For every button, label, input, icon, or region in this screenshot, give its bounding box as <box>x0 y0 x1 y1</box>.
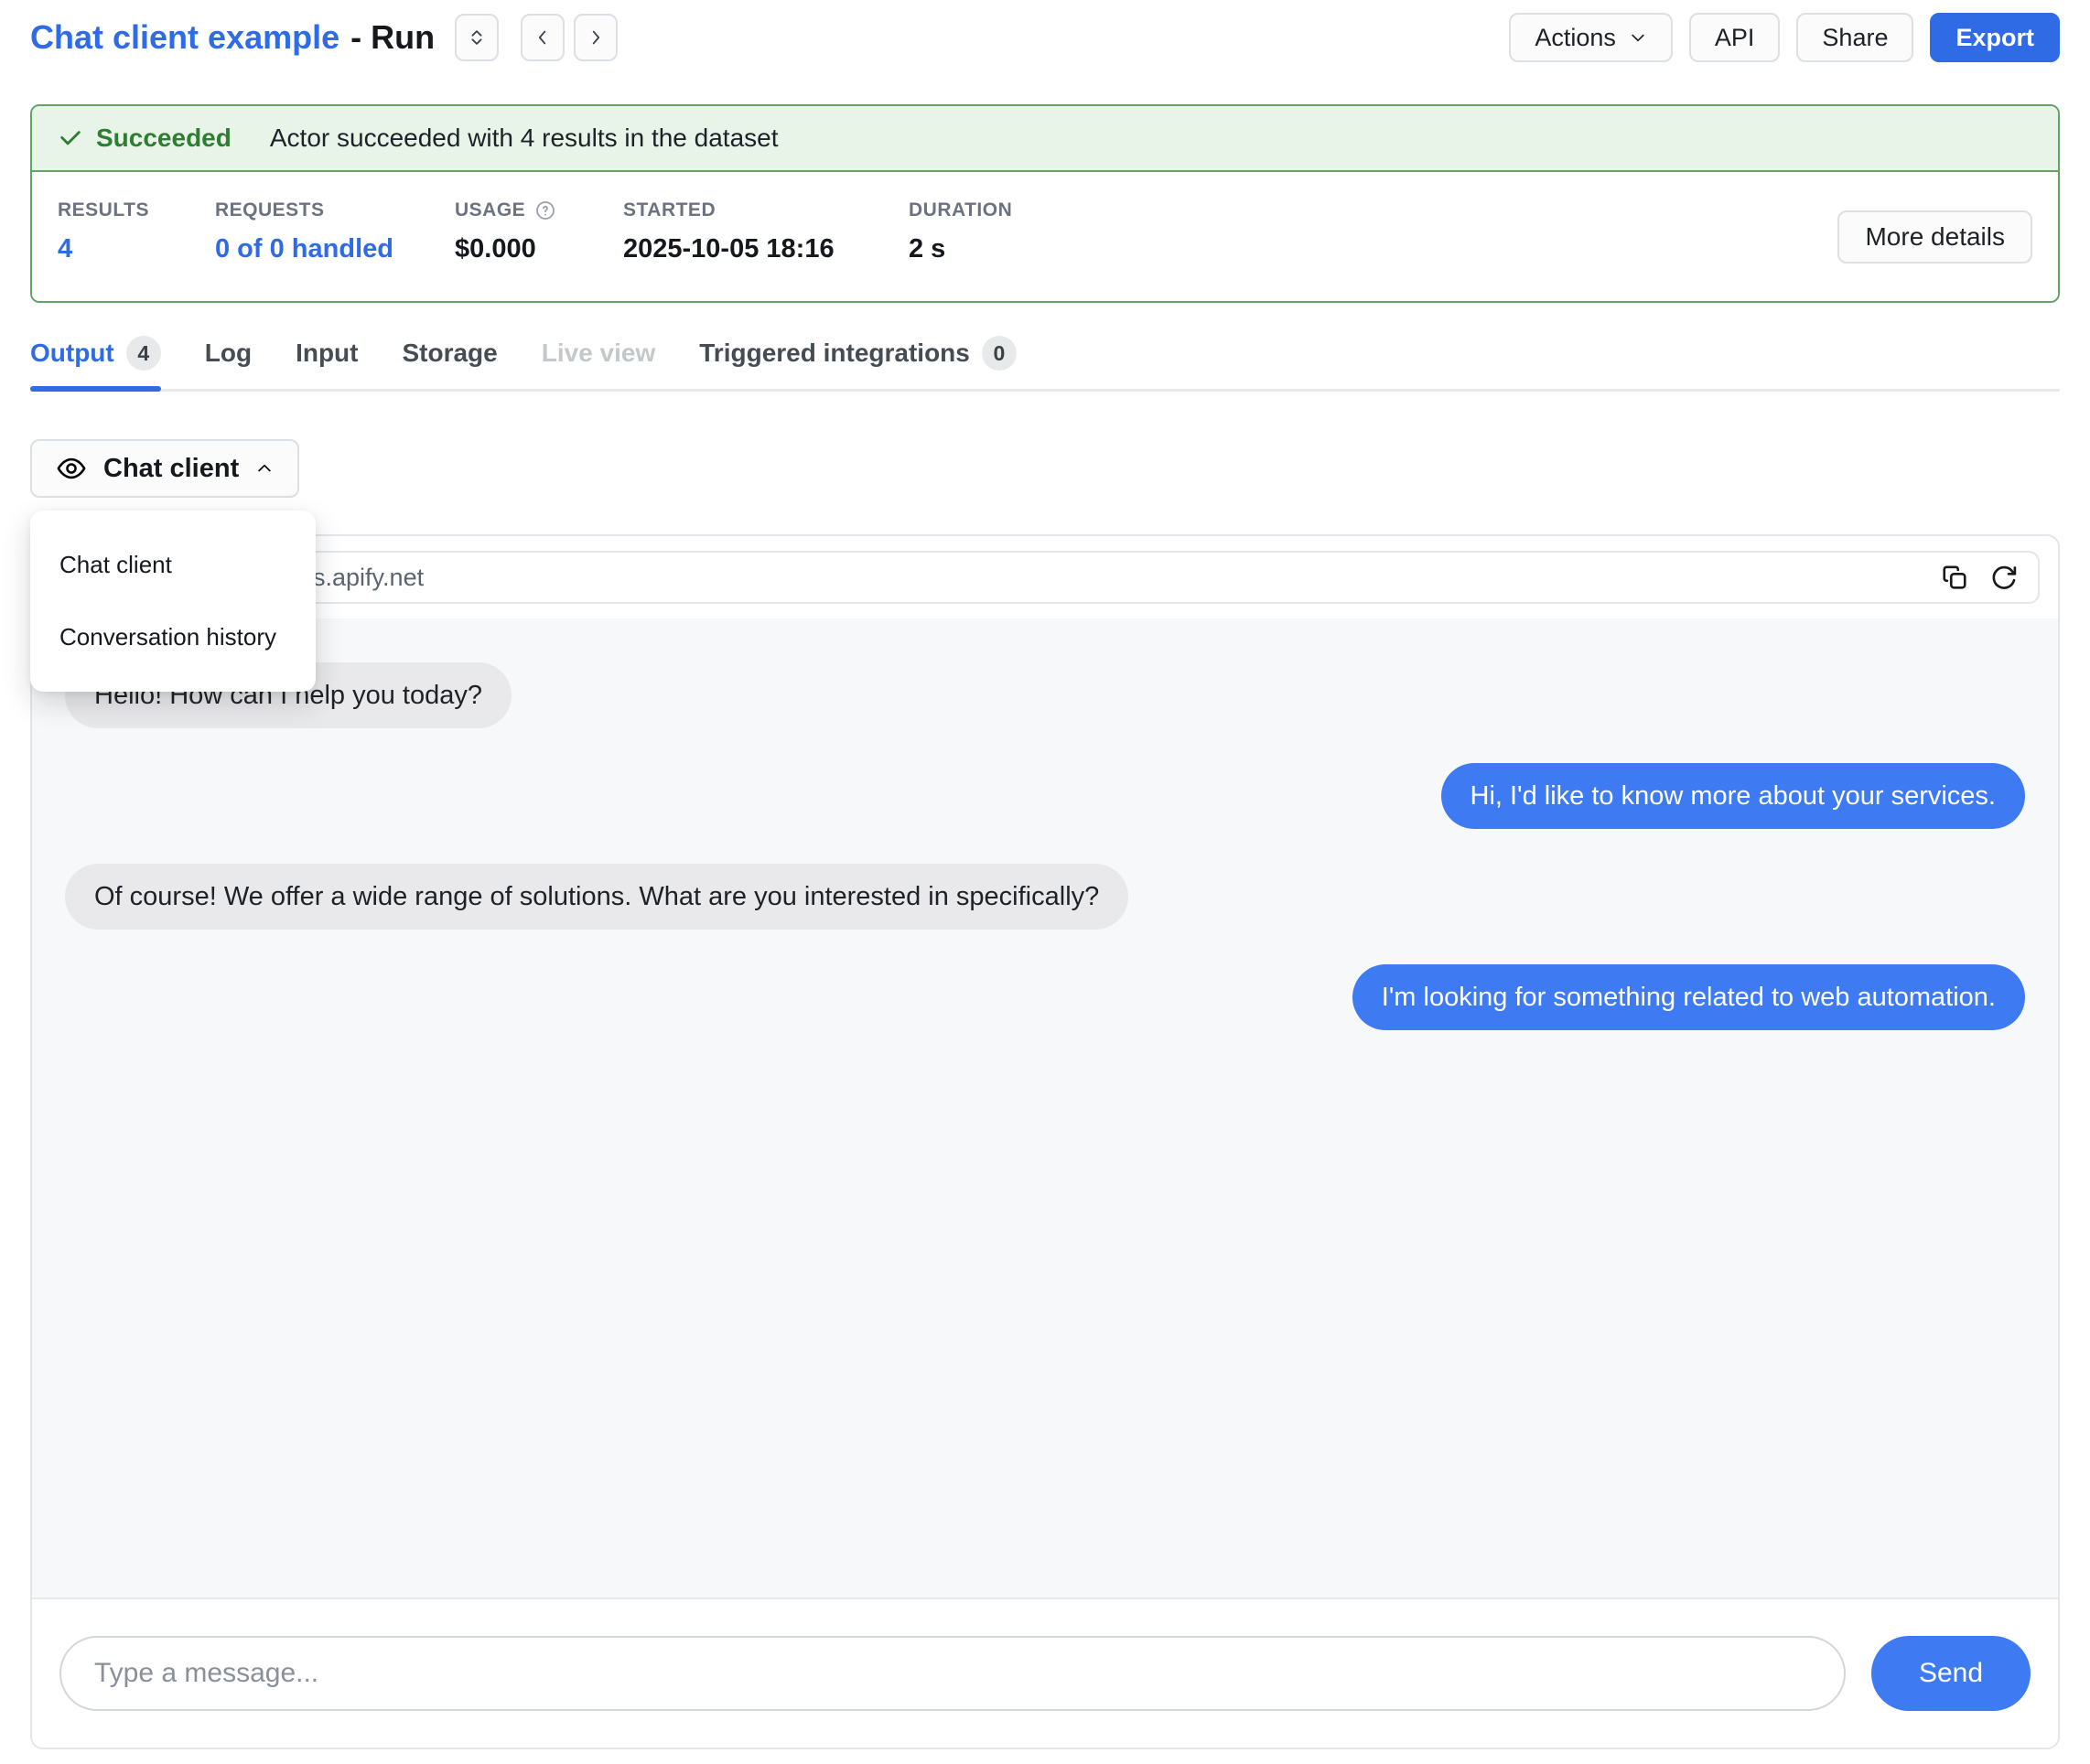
check-icon <box>58 125 83 151</box>
tab-output[interactable]: Output 4 <box>30 336 161 389</box>
stat-requests-value[interactable]: 0 of 0 handled <box>215 234 455 264</box>
stat-results-label: RESULTS <box>58 199 215 221</box>
tab-live-view: Live view <box>542 336 656 389</box>
run-detail-page: Chat client example - Run Actions API Sh… <box>0 0 2090 1764</box>
run-status-banner: Succeeded Actor succeeded with 4 results… <box>30 104 2060 303</box>
header-actions: Actions API Share Export <box>1509 13 2060 62</box>
menu-item-chat-client[interactable]: Chat client <box>30 529 316 601</box>
chevron-right-icon <box>586 27 606 48</box>
status-message: Actor succeeded with 4 results in the da… <box>270 124 779 153</box>
chevron-up-icon <box>255 459 274 478</box>
up-down-chevrons-icon <box>467 26 487 49</box>
chat-message-user: I'm looking for something related to web… <box>1352 964 2025 1030</box>
stat-usage-value: $0.000 <box>455 234 623 264</box>
url-bar-actions <box>1941 564 2018 591</box>
stat-started: STARTED 2025-10-05 18:16 <box>623 199 909 264</box>
view-selector-menu: Chat client Conversation history <box>30 511 316 692</box>
tab-storage[interactable]: Storage <box>402 336 497 389</box>
stat-started-label: STARTED <box>623 199 909 221</box>
tab-output-label: Output <box>30 339 114 368</box>
output-view-selector: Chat client Chat client Conversation his… <box>30 439 299 498</box>
info-circle-icon[interactable] <box>534 199 556 221</box>
menu-item-conversation-history[interactable]: Conversation history <box>30 601 316 673</box>
tab-log[interactable]: Log <box>205 336 252 389</box>
stat-requests: REQUESTS 0 of 0 handled <box>215 199 455 264</box>
chat-message-list: Hello! How can I help you today? Hi, I'd… <box>32 618 2058 1597</box>
share-button-label: Share <box>1822 24 1888 52</box>
run-tabs: Output 4 Log Input Storage Live view Tri… <box>30 336 2060 392</box>
stat-duration: DURATION 2 s <box>909 199 1012 264</box>
chat-client-panel: ns.apify.net Hello! How can I help you t… <box>30 534 2060 1749</box>
run-selector-stepper[interactable] <box>455 14 499 61</box>
view-selector-label: Chat client <box>103 454 239 484</box>
copy-icon[interactable] <box>1941 564 1968 591</box>
embed-url-row: ns.apify.net <box>32 536 2058 618</box>
api-button[interactable]: API <box>1689 13 1781 62</box>
stat-started-value: 2025-10-05 18:16 <box>623 234 909 264</box>
export-button[interactable]: Export <box>1930 13 2060 62</box>
embed-url-text: ns.apify.net <box>299 564 424 592</box>
tab-log-label: Log <box>205 339 252 368</box>
stat-results-value[interactable]: 4 <box>58 234 215 264</box>
chevron-down-icon <box>1629 28 1647 47</box>
stat-duration-value: 2 s <box>909 234 1012 264</box>
share-button[interactable]: Share <box>1796 13 1913 62</box>
send-button[interactable]: Send <box>1871 1636 2031 1711</box>
stat-usage-label: USAGE <box>455 199 623 221</box>
tab-storage-label: Storage <box>402 339 497 368</box>
export-button-label: Export <box>1955 24 2034 52</box>
status-strip: Succeeded Actor succeeded with 4 results… <box>32 106 2058 172</box>
tab-triggered-integrations-label: Triggered integrations <box>699 339 970 368</box>
message-input[interactable] <box>59 1636 1846 1711</box>
actions-button-label: Actions <box>1535 24 1616 52</box>
chat-message-user: Hi, I'd like to know more about your ser… <box>1441 763 2026 829</box>
stat-usage-label-text: USAGE <box>455 199 525 221</box>
page-title: Chat client example <box>30 18 339 57</box>
refresh-icon[interactable] <box>1990 564 2018 591</box>
chat-input-row: Send <box>32 1597 2058 1748</box>
more-details-label: More details <box>1865 222 2005 252</box>
api-button-label: API <box>1715 24 1755 52</box>
tab-live-view-label: Live view <box>542 339 656 368</box>
view-selector-button[interactable]: Chat client <box>30 439 299 498</box>
actions-button[interactable]: Actions <box>1509 13 1673 62</box>
stat-duration-label: DURATION <box>909 199 1012 221</box>
chevron-left-icon <box>533 27 553 48</box>
run-stats: RESULTS 4 REQUESTS 0 of 0 handled USAGE … <box>32 172 2058 301</box>
page-title-suffix: - Run <box>350 18 435 57</box>
status-label: Succeeded <box>96 124 232 153</box>
chat-message-bot: Of course! We offer a wide range of solu… <box>65 864 1128 930</box>
stat-results: RESULTS 4 <box>58 199 215 264</box>
tab-triggered-integrations[interactable]: Triggered integrations 0 <box>699 336 1017 389</box>
tab-triggered-integrations-badge: 0 <box>982 336 1017 371</box>
tab-output-badge: 4 <box>126 336 161 371</box>
tab-input[interactable]: Input <box>296 336 358 389</box>
stat-usage: USAGE $0.000 <box>455 199 623 264</box>
eye-icon <box>56 453 87 484</box>
embed-url-bar: ns.apify.net <box>50 551 2040 604</box>
next-run-button[interactable] <box>574 14 618 61</box>
previous-run-button[interactable] <box>521 14 565 61</box>
more-details-button[interactable]: More details <box>1837 210 2032 264</box>
page-header: Chat client example - Run Actions API Sh… <box>30 11 2060 64</box>
stat-requests-label: REQUESTS <box>215 199 455 221</box>
tab-input-label: Input <box>296 339 358 368</box>
